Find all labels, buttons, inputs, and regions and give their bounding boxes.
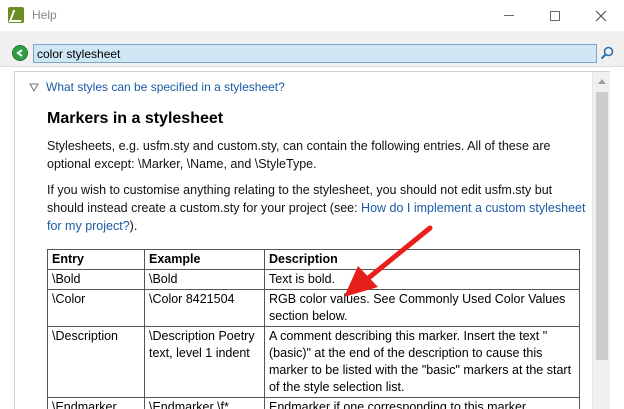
markers-table: Entry Example Description \Bold \Bold Te… bbox=[47, 249, 580, 409]
minimize-button[interactable] bbox=[486, 0, 532, 31]
back-button[interactable] bbox=[12, 45, 28, 61]
cell-entry: \Bold bbox=[47, 269, 145, 290]
cell-example: \Bold bbox=[144, 269, 265, 290]
minimize-icon bbox=[504, 15, 514, 16]
section-toggle-label: What styles can be specified in a styles… bbox=[46, 80, 285, 94]
cell-entry: \Endmarker bbox=[47, 397, 145, 409]
intro-paragraph: Stylesheets, e.g. usfm.sty and custom.st… bbox=[47, 139, 551, 171]
back-arrow-icon bbox=[16, 49, 23, 57]
custom-sty-paragraph: If you wish to customise anything relati… bbox=[47, 181, 587, 235]
table-row: \Color \Color 8421504 RGB color values. … bbox=[47, 289, 580, 327]
cell-description: Endmarker if one corresponding to this m… bbox=[264, 397, 580, 409]
maximize-button[interactable] bbox=[532, 0, 578, 31]
close-icon bbox=[595, 10, 607, 21]
cell-example: \Color 8421504 bbox=[144, 289, 265, 327]
section-toggle[interactable]: What styles can be specified in a styles… bbox=[28, 80, 285, 94]
collapse-triangle-icon bbox=[29, 83, 39, 93]
table-row: \Endmarker \Endmarker \f* Endmarker if o… bbox=[47, 397, 580, 409]
cell-description: RGB color values. See Commonly Used Colo… bbox=[264, 289, 580, 327]
vertical-scrollbar[interactable] bbox=[592, 72, 610, 409]
window-title: Help bbox=[32, 8, 57, 22]
search-input[interactable] bbox=[33, 44, 597, 63]
scroll-up-button[interactable] bbox=[593, 72, 611, 90]
search-icon[interactable] bbox=[599, 45, 615, 61]
scroll-thumb[interactable] bbox=[596, 92, 608, 360]
table-row: \Bold \Bold Text is bold. bbox=[47, 269, 580, 290]
cell-description: Text is bold. bbox=[264, 269, 580, 290]
article-heading: Markers in a stylesheet bbox=[47, 110, 224, 127]
scroll-up-icon bbox=[598, 79, 606, 84]
cell-entry: \Color bbox=[47, 289, 145, 327]
table-header-row: Entry Example Description bbox=[47, 249, 580, 270]
close-button[interactable] bbox=[578, 0, 624, 31]
column-header-description: Description bbox=[264, 249, 580, 270]
custom-sty-text-end: ). bbox=[129, 219, 138, 233]
cell-entry: \Description bbox=[47, 326, 145, 398]
column-header-entry: Entry bbox=[47, 249, 145, 270]
maximize-icon bbox=[550, 10, 560, 21]
title-bar: Help bbox=[0, 0, 624, 31]
cell-description: A comment describing this marker. Insert… bbox=[264, 326, 580, 398]
cell-example: \Description Poetry text, level 1 indent bbox=[144, 326, 265, 398]
cell-example: \Endmarker \f* bbox=[144, 397, 265, 409]
column-header-example: Example bbox=[144, 249, 265, 270]
table-row: \Description \Description Poetry text, l… bbox=[47, 326, 580, 398]
search-bar bbox=[0, 31, 624, 67]
app-icon bbox=[8, 7, 24, 23]
